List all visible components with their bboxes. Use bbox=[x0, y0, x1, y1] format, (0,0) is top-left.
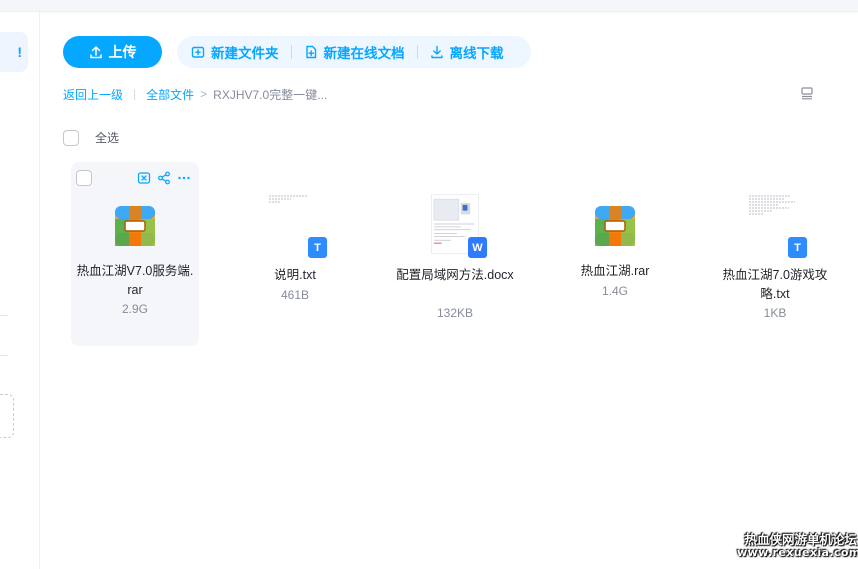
offline-download-button[interactable]: 离线下载 bbox=[426, 42, 508, 62]
new-folder-label: 新建文件夹 bbox=[211, 46, 279, 61]
breadcrumb-divider: | bbox=[133, 87, 137, 101]
file-size: 2.9G bbox=[121, 302, 148, 316]
file-card[interactable]: T 热血江湖7.0游戏攻略.txt 1KB bbox=[711, 162, 839, 346]
current-folder: RXJHV7.0完整一键... bbox=[213, 87, 328, 102]
site-watermark: 热血侠网游单机论坛 www.rexuexia.com bbox=[737, 532, 858, 559]
txt-preview-thumbnail bbox=[269, 194, 319, 208]
file-name[interactable]: 热血江湖7.0游戏攻略.txt bbox=[715, 266, 835, 304]
file-size: 461B bbox=[280, 288, 310, 302]
action-toolbar: 新建文件夹 新建在线文档 离线下载 bbox=[177, 36, 531, 68]
select-all-checkbox[interactable] bbox=[63, 129, 79, 146]
new-online-doc-label: 新建在线文档 bbox=[323, 46, 405, 61]
file-checkbox[interactable] bbox=[76, 170, 92, 186]
file-name[interactable]: 说明.txt bbox=[235, 266, 355, 285]
watermark-url: www.rexuexia.com bbox=[737, 546, 858, 559]
rar-archive-icon bbox=[115, 206, 155, 246]
breadcrumb-separator: > bbox=[200, 87, 208, 101]
file-card[interactable]: 热血江湖.rar 1.4G bbox=[551, 162, 679, 346]
sidebar-divider bbox=[0, 315, 8, 316]
download-icon bbox=[430, 45, 443, 59]
upload-label: 上传 bbox=[108, 44, 137, 60]
new-doc-icon bbox=[305, 45, 316, 59]
list-view-icon[interactable] bbox=[800, 86, 814, 100]
upload-button[interactable]: 上传 bbox=[63, 36, 162, 68]
file-name[interactable]: 热血江湖.rar bbox=[555, 262, 675, 281]
toolbar-separator bbox=[290, 45, 292, 59]
top-bar bbox=[0, 0, 858, 12]
file-card[interactable]: W 配置局域网方法.docx 132KB bbox=[391, 162, 519, 346]
sidebar: ! bbox=[0, 12, 40, 569]
txt-badge-icon: T bbox=[308, 237, 327, 258]
select-all: 全选 bbox=[63, 129, 119, 146]
link-icon[interactable] bbox=[137, 171, 151, 185]
toolbar-separator bbox=[416, 45, 418, 59]
txt-preview-thumbnail bbox=[749, 194, 799, 218]
offline-download-label: 离线下载 bbox=[449, 46, 504, 61]
file-actions bbox=[137, 171, 191, 185]
file-size: 132KB bbox=[436, 306, 474, 320]
sidebar-divider bbox=[0, 355, 8, 356]
sidebar-active-item[interactable]: ! bbox=[0, 32, 28, 72]
file-card[interactable]: T 说明.txt 461B bbox=[231, 162, 359, 346]
back-link[interactable]: 返回上一级 bbox=[63, 86, 123, 103]
rar-archive-icon bbox=[595, 206, 635, 246]
upload-icon bbox=[89, 46, 102, 59]
file-name[interactable]: 热血江湖V7.0服务端.rar bbox=[75, 262, 195, 300]
txt-badge-icon: T bbox=[788, 237, 807, 258]
all-files-link[interactable]: 全部文件 bbox=[146, 86, 194, 103]
breadcrumb: 返回上一级 | 全部文件 > RXJHV7.0完整一键... bbox=[63, 86, 327, 102]
file-size: 1KB bbox=[763, 306, 787, 320]
sidebar-dashed-box[interactable] bbox=[0, 394, 14, 438]
file-name[interactable]: 配置局域网方法.docx bbox=[395, 266, 515, 285]
word-badge-icon: W bbox=[468, 237, 487, 258]
new-folder-icon bbox=[191, 46, 205, 58]
new-online-doc-button[interactable]: 新建在线文档 bbox=[300, 42, 409, 62]
more-icon[interactable] bbox=[177, 171, 191, 185]
file-card[interactable]: 热血江湖V7.0服务端.rar 2.9G bbox=[71, 162, 199, 346]
watermark-title: 热血侠网游单机论坛 bbox=[744, 532, 857, 547]
select-all-label: 全选 bbox=[95, 131, 120, 145]
file-size: 1.4G bbox=[601, 284, 628, 298]
share-icon[interactable] bbox=[157, 171, 171, 185]
new-folder-button[interactable]: 新建文件夹 bbox=[187, 42, 283, 62]
